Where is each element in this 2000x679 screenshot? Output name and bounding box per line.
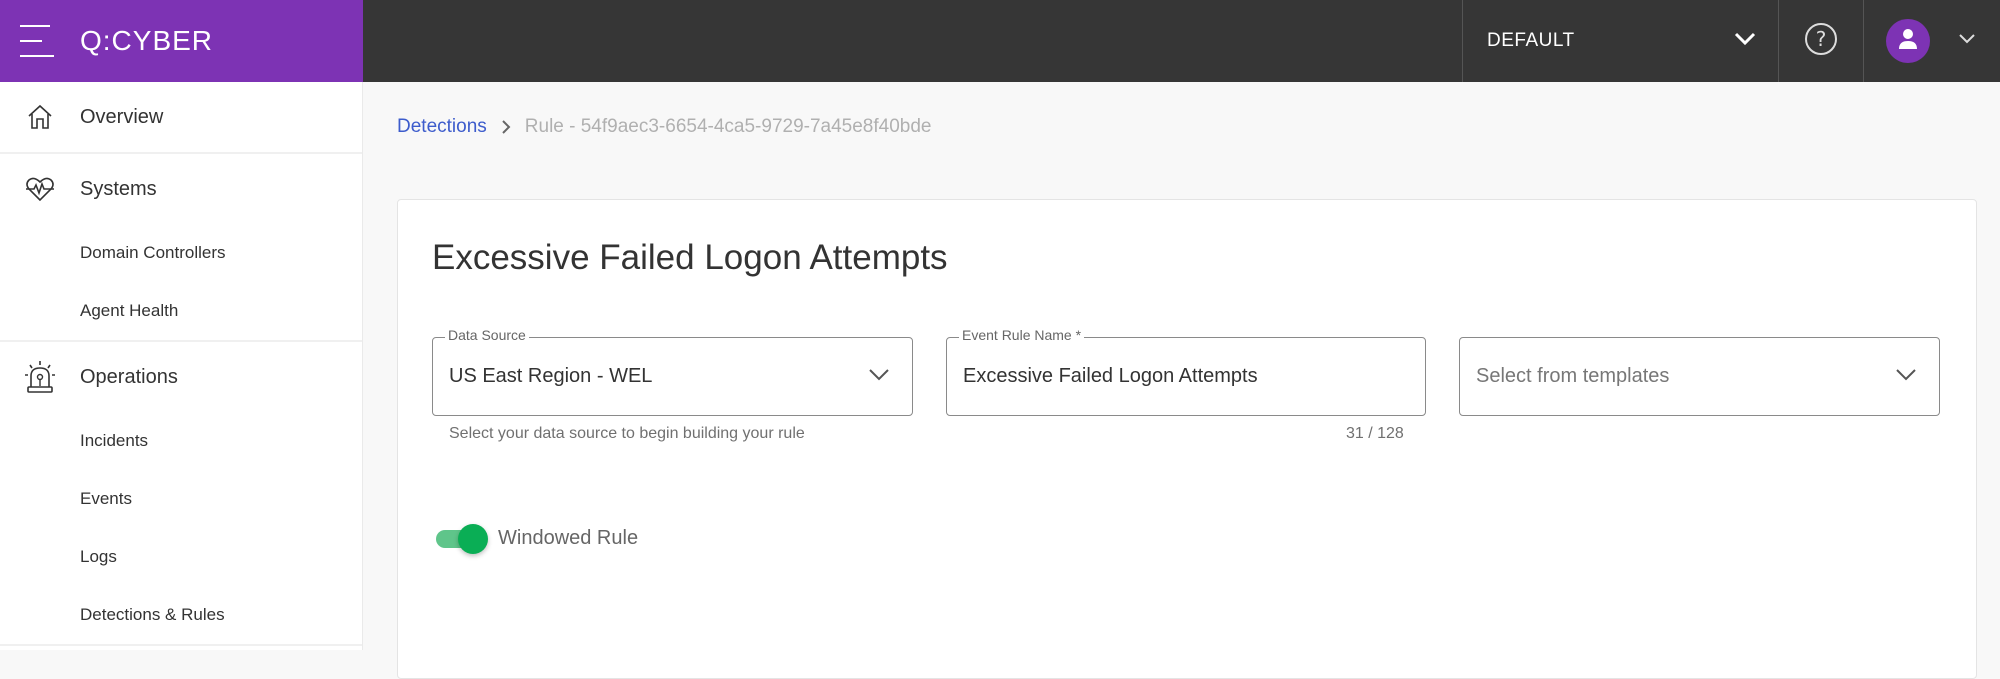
main-content: Detections Rule - 54f9aec3-6654-4ca5-972… — [363, 82, 2000, 679]
data-source-select[interactable]: Data Source US East Region - WEL — [432, 327, 913, 416]
sidebar-item-detections-rules[interactable]: Detections & Rules — [0, 586, 362, 644]
event-rule-name-input[interactable]: Event Rule Name * Excessive Failed Logon… — [946, 327, 1426, 416]
nav-group-systems: Systems Domain Controllers Agent Health — [0, 154, 362, 342]
brand-area: Q:CYBER — [0, 0, 363, 82]
event-rule-name-value: Excessive Failed Logon Attempts — [963, 365, 1258, 387]
rule-form-card: Excessive Failed Logon Attempts Data Sou… — [397, 199, 1977, 679]
breadcrumb-current: Rule - 54f9aec3-6654-4ca5-9729-7a45e8f40… — [524, 116, 932, 137]
template-placeholder: Select from templates — [1476, 365, 1670, 387]
help-icon: ? — [1804, 22, 1838, 61]
user-menu[interactable] — [1863, 0, 2000, 82]
sidebar-item-operations[interactable]: Operations — [0, 342, 362, 412]
help-button[interactable]: ? — [1778, 0, 1863, 82]
sidebar-item-logs[interactable]: Logs — [0, 528, 362, 586]
home-icon — [0, 104, 80, 130]
windowed-rule-label: Windowed Rule — [498, 526, 639, 549]
data-source-value: US East Region - WEL — [449, 365, 653, 387]
menu-icon[interactable] — [20, 25, 56, 57]
siren-icon — [0, 360, 80, 394]
sidebar-item-agent-health[interactable]: Agent Health — [0, 282, 362, 340]
sidebar-item-incidents[interactable]: Incidents — [0, 412, 362, 470]
event-rule-name-label: Event Rule Name * — [959, 327, 1085, 343]
sidebar: Overview Systems Domain Controllers Agen… — [0, 82, 363, 650]
chevron-down-icon — [1895, 368, 1917, 387]
chevron-right-icon — [501, 119, 511, 135]
data-source-label: Data Source — [445, 327, 529, 343]
nav-group-overview: Overview — [0, 82, 362, 154]
breadcrumb: Detections Rule - 54f9aec3-6654-4ca5-972… — [397, 116, 931, 138]
heart-pulse-icon — [0, 176, 80, 202]
app-logo[interactable]: Q:CYBER — [80, 25, 213, 57]
chevron-down-icon — [868, 368, 890, 387]
windowed-rule-toggle-row: Windowed Rule — [434, 522, 638, 554]
template-select[interactable]: Select from templates — [1459, 337, 1940, 416]
user-icon — [1897, 28, 1919, 55]
tenant-label: DEFAULT — [1487, 30, 1575, 51]
sidebar-item-systems[interactable]: Systems — [0, 154, 362, 224]
nav-group-operations: Operations Incidents Events Logs Detecti… — [0, 342, 362, 646]
svg-text:?: ? — [1816, 27, 1827, 51]
breadcrumb-detections-link[interactable]: Detections — [397, 116, 487, 138]
chevron-down-icon — [1958, 32, 1976, 50]
data-source-helper-text: Select your data source to begin buildin… — [449, 425, 805, 442]
sidebar-item-events[interactable]: Events — [0, 470, 362, 528]
windowed-rule-toggle[interactable] — [434, 522, 488, 554]
sidebar-item-domain-controllers[interactable]: Domain Controllers — [0, 224, 362, 282]
character-counter: 31 / 128 — [1346, 425, 1404, 442]
top-bar: Q:CYBER DEFAULT ? — [0, 0, 2000, 82]
page-title: Excessive Failed Logon Attempts — [432, 238, 948, 277]
tenant-selector[interactable]: DEFAULT — [1462, 0, 1778, 82]
avatar — [1886, 19, 1930, 63]
chevron-down-icon — [1734, 30, 1756, 52]
sidebar-item-overview[interactable]: Overview — [0, 82, 362, 152]
